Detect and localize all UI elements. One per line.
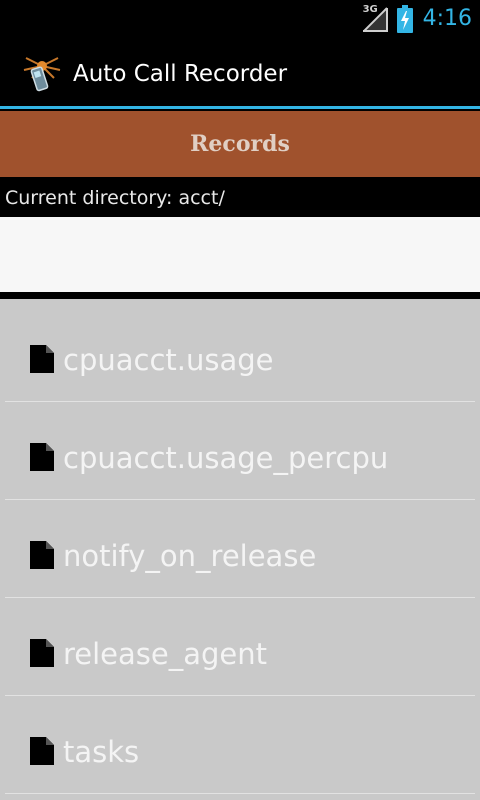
list-divider [5, 695, 475, 696]
file-icon [30, 541, 54, 569]
file-name: cpuacct.usage [63, 343, 274, 377]
file-item[interactable]: release_agent [5, 599, 475, 696]
file-item[interactable]: cpuacct.usage_percpu [5, 403, 475, 500]
file-name: release_agent [63, 637, 268, 671]
blank-panel [0, 217, 480, 292]
status-icons: 3G 4:16 [362, 4, 472, 34]
action-bar: Auto Call Recorder [0, 38, 480, 107]
file-icon [30, 639, 54, 667]
file-icon [30, 345, 54, 373]
file-list[interactable]: cpuacct.usage cpuacct.usage_percpu notif… [0, 299, 480, 800]
app-title: Auto Call Recorder [73, 61, 288, 87]
file-name: cpuacct.usage_percpu [63, 441, 389, 475]
list-divider [5, 597, 475, 598]
current-directory-label: Current directory: acct/ [5, 187, 225, 209]
file-icon [30, 443, 54, 471]
tab-records[interactable]: Records [0, 111, 480, 177]
tab-records-label: Records [190, 131, 290, 157]
list-divider [5, 793, 475, 794]
list-divider [5, 401, 475, 402]
list-divider [5, 499, 475, 500]
file-icon [30, 737, 54, 765]
clock: 4:16 [422, 6, 472, 31]
file-name: notify_on_release [63, 539, 317, 573]
file-item[interactable]: cpuacct.usage [5, 305, 475, 402]
file-name: tasks [63, 735, 140, 769]
app-logo-icon[interactable] [22, 56, 62, 92]
battery-charging-icon [396, 5, 413, 33]
signal-icon: 3G [362, 4, 389, 32]
status-bar: 3G 4:16 [0, 0, 480, 38]
file-item[interactable]: notify_on_release [5, 501, 475, 598]
action-bar-divider [0, 106, 480, 109]
file-item[interactable]: tasks [5, 697, 475, 794]
